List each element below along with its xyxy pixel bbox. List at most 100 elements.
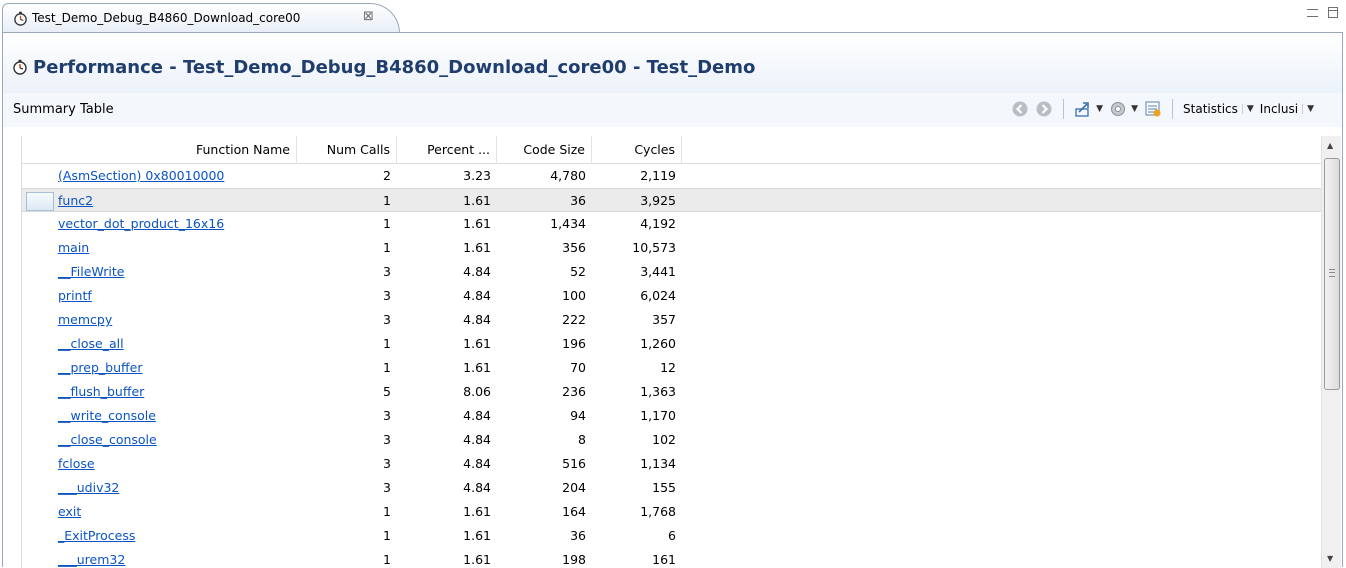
table-row[interactable]: __close_all 1 1.61 196 1,260 — [22, 332, 1321, 356]
function-link[interactable]: __write_console — [58, 408, 156, 423]
table-row[interactable]: __flush_buffer 5 8.06 236 1,363 — [22, 380, 1321, 404]
function-link[interactable]: _ExitProcess — [58, 528, 135, 543]
code-size-cell: 198 — [562, 552, 586, 567]
view-toolbar: ▼ ▼ Statistics ▼ Inclusi ▼ — [1011, 98, 1314, 120]
code-size-cell: 196 — [562, 336, 586, 351]
export-icon[interactable] — [1074, 100, 1092, 118]
code-size-cell: 4,780 — [550, 168, 586, 183]
num-calls-cell: 1 — [383, 216, 391, 231]
function-name-cell: ___urem32 — [22, 548, 297, 568]
percent-cell: 1.61 — [463, 528, 491, 543]
function-link[interactable]: exit — [58, 504, 81, 519]
function-link[interactable]: __close_console — [58, 432, 157, 447]
summary-table-label: Summary Table — [13, 102, 114, 117]
function-name-cell: fclose — [22, 452, 297, 476]
stopwatch-icon — [13, 59, 27, 75]
table-row[interactable]: _ExitProcess 1 1.61 36 6 — [22, 524, 1321, 548]
num-calls-cell: 3 — [383, 264, 391, 279]
column-header-function-name[interactable]: Function Name — [22, 136, 297, 163]
code-size-cell: 70 — [570, 360, 586, 375]
table-row[interactable]: __write_console 3 4.84 94 1,170 — [22, 404, 1321, 428]
table-row[interactable]: func2 1 1.61 36 3,925 — [22, 188, 1321, 212]
table-row[interactable]: ___urem32 1 1.61 198 161 — [22, 548, 1321, 568]
table-row[interactable]: __close_console 3 4.84 8 102 — [22, 428, 1321, 452]
function-name-cell: printf — [22, 284, 297, 308]
vertical-scrollbar[interactable]: ▲ ▼ — [1321, 136, 1341, 568]
table-row[interactable]: memcpy 3 4.84 222 357 — [22, 308, 1321, 332]
column-header-code-size[interactable]: Code Size — [497, 136, 592, 163]
function-link[interactable]: vector_dot_product_16x16 — [58, 216, 224, 231]
settings-gear-icon[interactable] — [1109, 100, 1127, 118]
table-header: Function Name Num Calls Percent ... Code… — [22, 136, 1321, 164]
percent-cell: 1.61 — [463, 240, 491, 255]
function-link[interactable]: fclose — [58, 456, 95, 471]
performance-editor: Performance - Test_Demo_Debug_B4860_Down… — [2, 32, 1343, 568]
table-row[interactable]: printf 3 4.84 100 6,024 — [22, 284, 1321, 308]
scroll-up-icon[interactable]: ▲ — [1327, 141, 1333, 150]
summary-table: Function Name Num Calls Percent ... Code… — [21, 136, 1321, 568]
code-size-cell: 356 — [562, 240, 586, 255]
function-link[interactable]: printf — [58, 288, 92, 303]
cycles-cell: 6 — [668, 528, 676, 543]
forward-icon[interactable] — [1035, 100, 1053, 118]
maximize-icon[interactable] — [1328, 7, 1338, 18]
code-size-cell: 204 — [562, 480, 586, 495]
inclusive-combo[interactable]: Inclusi ▼ — [1260, 102, 1314, 116]
function-link[interactable]: __close_all — [58, 336, 124, 351]
function-link[interactable]: __FileWrite — [58, 264, 124, 279]
function-link[interactable]: ___udiv32 — [58, 480, 119, 495]
function-name-cell: _ExitProcess — [22, 524, 297, 548]
num-calls-cell: 1 — [383, 504, 391, 519]
cycles-cell: 161 — [652, 552, 676, 567]
inclusive-combo-label: Inclusi — [1259, 102, 1299, 116]
column-header-percent[interactable]: Percent ... — [397, 136, 497, 163]
back-icon[interactable] — [1011, 100, 1029, 118]
scrollbar-thumb[interactable] — [1324, 158, 1340, 390]
function-link[interactable]: main — [58, 240, 89, 255]
function-link[interactable]: func2 — [58, 193, 93, 208]
statistics-combo[interactable]: Statistics ▼ — [1183, 102, 1254, 116]
chevron-down-icon[interactable]: ▼ — [1302, 104, 1314, 114]
scroll-down-icon[interactable]: ▼ — [1327, 554, 1333, 563]
function-name-cell: __close_all — [22, 332, 297, 356]
function-link[interactable]: memcpy — [58, 312, 112, 327]
table-row[interactable]: fclose 3 4.84 516 1,134 — [22, 452, 1321, 476]
table-row[interactable]: (AsmSection) 0x80010000 2 3.23 4,780 2,119 — [22, 164, 1321, 188]
editor-tab[interactable]: Test_Demo_Debug_B4860_Download_core00 ⊠ — [2, 3, 400, 33]
table-row[interactable]: __prep_buffer 1 1.61 70 12 — [22, 356, 1321, 380]
num-calls-cell: 3 — [383, 408, 391, 423]
cycles-cell: 2,119 — [640, 168, 676, 183]
function-link[interactable]: __prep_buffer — [58, 360, 142, 375]
table-row[interactable]: exit 1 1.61 164 1,768 — [22, 500, 1321, 524]
code-size-cell: 100 — [562, 288, 586, 303]
report-icon[interactable] — [1144, 100, 1162, 118]
percent-cell: 4.84 — [463, 312, 491, 327]
column-header-cycles[interactable]: Cycles — [592, 136, 682, 163]
minimize-icon[interactable] — [1307, 9, 1318, 17]
chevron-down-icon[interactable]: ▼ — [1241, 104, 1254, 114]
tab-close-icon[interactable]: ⊠ — [363, 9, 374, 24]
function-name-cell: memcpy — [22, 308, 297, 332]
code-size-cell: 236 — [562, 384, 586, 399]
percent-cell: 4.84 — [463, 408, 491, 423]
toolbar-separator — [1172, 99, 1174, 119]
function-link[interactable]: (AsmSection) 0x80010000 — [58, 168, 224, 183]
code-size-cell: 1,434 — [550, 216, 586, 231]
num-calls-cell: 3 — [383, 288, 391, 303]
function-name-cell: __FileWrite — [22, 260, 297, 284]
stopwatch-icon — [14, 11, 27, 26]
num-calls-cell: 1 — [383, 336, 391, 351]
function-link[interactable]: ___urem32 — [58, 552, 125, 567]
table-row[interactable]: main 1 1.61 356 10,573 — [22, 236, 1321, 260]
table-row[interactable]: vector_dot_product_16x16 1 1.61 1,434 4,192 — [22, 212, 1321, 236]
function-name-cell: exit — [22, 500, 297, 524]
table-row[interactable]: __FileWrite 3 4.84 52 3,441 — [22, 260, 1321, 284]
settings-dropdown-icon[interactable]: ▼ — [1131, 104, 1138, 114]
export-dropdown-icon[interactable]: ▼ — [1096, 104, 1103, 114]
percent-cell: 1.61 — [463, 360, 491, 375]
table-row[interactable]: ___udiv32 3 4.84 204 155 — [22, 476, 1321, 500]
function-link[interactable]: __flush_buffer — [58, 384, 144, 399]
column-header-num-calls[interactable]: Num Calls — [297, 136, 397, 163]
num-calls-cell: 1 — [383, 552, 391, 567]
cycles-cell: 1,170 — [640, 408, 676, 423]
